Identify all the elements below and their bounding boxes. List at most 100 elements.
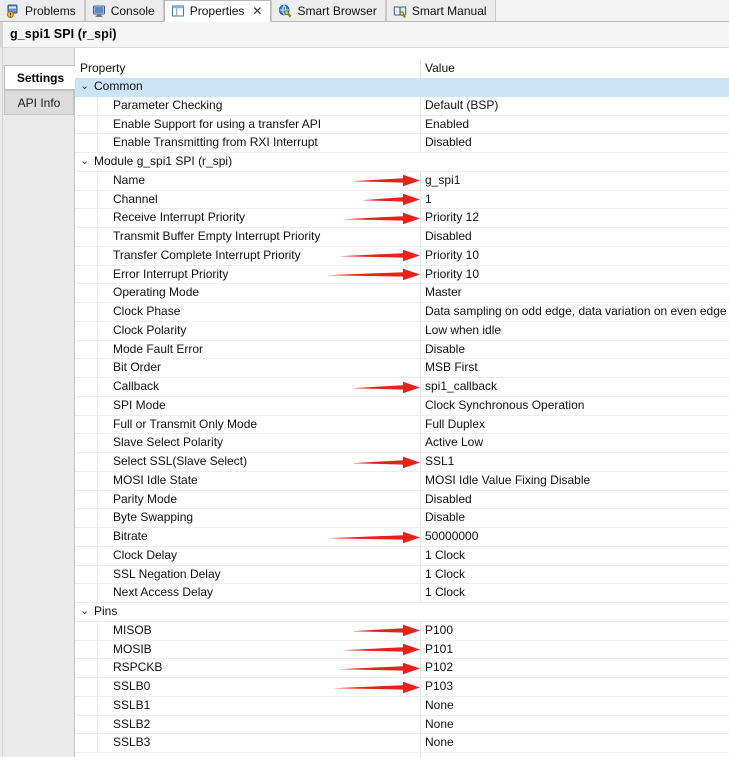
- table-row[interactable]: MOSI Idle State MOSI Idle Value Fixing Di…: [75, 471, 729, 491]
- property-value-cell[interactable]: Master: [425, 284, 462, 302]
- table-row[interactable]: Select SSL(Slave Select) SSL1: [75, 453, 729, 472]
- property-name-cell[interactable]: MISOB: [113, 622, 152, 640]
- property-name-cell[interactable]: Error Interrupt Priority: [113, 266, 228, 284]
- property-name-cell[interactable]: Parameter Checking: [113, 97, 222, 115]
- property-name-cell[interactable]: RSPCKB: [113, 659, 162, 677]
- side-tab-api-info[interactable]: API Info: [4, 90, 74, 115]
- property-value-cell[interactable]: g_spi1: [425, 172, 460, 190]
- table-row[interactable]: SSLB2 None: [75, 715, 729, 735]
- property-name-cell[interactable]: Slave Select Polarity: [113, 434, 223, 452]
- table-row[interactable]: Channel 1: [75, 190, 729, 210]
- property-name-cell[interactable]: MOSIB: [113, 641, 152, 659]
- table-row[interactable]: Callback spi1_callback: [75, 378, 729, 397]
- property-value-cell[interactable]: spi1_callback: [425, 378, 497, 396]
- property-name-cell[interactable]: Operating Mode: [113, 284, 199, 302]
- column-header-property[interactable]: Property: [80, 59, 125, 78]
- property-value-cell[interactable]: Priority 10: [425, 247, 479, 265]
- property-name-cell[interactable]: Clock Delay: [113, 547, 177, 565]
- property-value-cell[interactable]: 1: [425, 191, 432, 209]
- chevron-down-icon[interactable]: ⌄: [80, 602, 91, 620]
- property-value-cell[interactable]: 1 Clock: [425, 584, 465, 602]
- property-value-cell[interactable]: Disabled: [425, 134, 472, 152]
- property-name-cell[interactable]: Transmit Buffer Empty Interrupt Priority: [113, 228, 320, 246]
- property-name-cell[interactable]: SPI Mode: [113, 397, 166, 415]
- property-value-cell[interactable]: MOSI Idle Value Fixing Disable: [425, 472, 590, 490]
- table-row[interactable]: Clock Polarity Low when idle: [75, 321, 729, 341]
- property-name-cell[interactable]: ⌄ Common: [80, 78, 143, 96]
- table-row[interactable]: MOSIB P101: [75, 640, 729, 660]
- property-value-cell[interactable]: 1 Clock: [425, 566, 465, 584]
- property-name-cell[interactable]: Clock Polarity: [113, 322, 186, 340]
- table-row[interactable]: SSLB1 None: [75, 696, 729, 716]
- table-row[interactable]: ⌄ Pins: [75, 603, 729, 622]
- chevron-down-icon[interactable]: ⌄: [80, 152, 91, 170]
- property-name-cell[interactable]: Enable Transmitting from RXI Interrupt: [113, 134, 318, 152]
- property-name-cell[interactable]: SSLB0: [113, 678, 150, 696]
- property-name-cell[interactable]: Next Access Delay: [113, 584, 213, 602]
- property-value-cell[interactable]: Active Low: [425, 434, 483, 452]
- property-value-cell[interactable]: None: [425, 697, 454, 715]
- property-name-cell[interactable]: Mode Fault Error: [113, 341, 203, 359]
- property-value-cell[interactable]: 50000000: [425, 528, 478, 546]
- table-row[interactable]: Parity Mode Disabled: [75, 490, 729, 510]
- tab-smart-manual[interactable]: Smart Manual: [385, 0, 496, 21]
- property-value-cell[interactable]: None: [425, 716, 454, 734]
- table-row[interactable]: Slave Select Polarity Active Low: [75, 434, 729, 453]
- tab-console[interactable]: Console: [84, 0, 164, 21]
- table-row[interactable]: Transfer Complete Interrupt Priority Prio…: [75, 246, 729, 266]
- table-row[interactable]: Bitrate 50000000: [75, 528, 729, 547]
- table-row[interactable]: Name g_spi1: [75, 171, 729, 191]
- column-header-value[interactable]: Value: [425, 59, 455, 78]
- close-icon[interactable]: ✕: [252, 5, 262, 17]
- table-row[interactable]: Clock Delay 1 Clock: [75, 546, 729, 566]
- table-row[interactable]: Operating Mode Master: [75, 284, 729, 303]
- table-row[interactable]: ⌄ Common: [75, 78, 729, 97]
- tab-smart-browser[interactable]: Smart Browser: [271, 0, 386, 21]
- property-name-cell[interactable]: Callback: [113, 378, 159, 396]
- table-row[interactable]: ⌄ Module g_spi1 SPI (r_spi): [75, 153, 729, 172]
- side-tab-settings[interactable]: Settings: [4, 65, 76, 90]
- property-value-cell[interactable]: Disabled: [425, 491, 472, 509]
- property-value-cell[interactable]: Disabled: [425, 228, 472, 246]
- property-name-cell[interactable]: Byte Swapping: [113, 509, 193, 527]
- table-row[interactable]: Bit Order MSB First: [75, 359, 729, 378]
- table-row[interactable]: Transmit Buffer Empty Interrupt Priority…: [75, 228, 729, 247]
- property-name-cell[interactable]: ⌄ Pins: [80, 603, 117, 621]
- table-row[interactable]: Byte Swapping Disable: [75, 509, 729, 528]
- property-name-cell[interactable]: ⌄ Module g_spi1 SPI (r_spi): [80, 153, 232, 171]
- property-value-cell[interactable]: Enabled: [425, 116, 469, 134]
- property-value-cell[interactable]: Full Duplex: [425, 416, 485, 434]
- table-row[interactable]: Clock Phase Data sampling on odd edge, da…: [75, 303, 729, 322]
- table-row[interactable]: Enable Transmitting from RXI Interrupt Di…: [75, 134, 729, 153]
- property-value-cell[interactable]: P100: [425, 622, 453, 640]
- table-row[interactable]: MISOB P100: [75, 621, 729, 641]
- property-name-cell[interactable]: Bitrate: [113, 528, 148, 546]
- table-row[interactable]: Parameter Checking Default (BSP): [75, 96, 729, 116]
- property-name-cell[interactable]: SSLB3: [113, 734, 150, 752]
- table-row[interactable]: Error Interrupt Priority Priority 10: [75, 265, 729, 285]
- property-value-cell[interactable]: P101: [425, 641, 453, 659]
- table-row[interactable]: Full or Transmit Only Mode Full Duplex: [75, 415, 729, 435]
- table-row[interactable]: Enable Support for using a transfer API E…: [75, 115, 729, 135]
- property-value-cell[interactable]: Priority 12: [425, 209, 479, 227]
- property-name-cell[interactable]: MOSI Idle State: [113, 472, 198, 490]
- property-name-cell[interactable]: SSL Negation Delay: [113, 566, 221, 584]
- chevron-down-icon[interactable]: ⌄: [80, 77, 91, 95]
- property-value-cell[interactable]: SSL1: [425, 453, 454, 471]
- property-name-cell[interactable]: Bit Order: [113, 359, 161, 377]
- table-row[interactable]: RSPCKB P102: [75, 659, 729, 678]
- table-row[interactable]: Mode Fault Error Disable: [75, 340, 729, 360]
- property-value-cell[interactable]: Disable: [425, 509, 465, 527]
- table-row[interactable]: SSL Negation Delay 1 Clock: [75, 565, 729, 585]
- property-value-cell[interactable]: Disable: [425, 341, 465, 359]
- property-name-cell[interactable]: SSLB1: [113, 697, 150, 715]
- property-name-cell[interactable]: Enable Support for using a transfer API: [113, 116, 321, 134]
- property-value-cell[interactable]: 1 Clock: [425, 547, 465, 565]
- property-value-cell[interactable]: Low when idle: [425, 322, 501, 340]
- property-value-cell[interactable]: P103: [425, 678, 453, 696]
- property-name-cell[interactable]: Receive Interrupt Priority: [113, 209, 245, 227]
- table-row[interactable]: Next Access Delay 1 Clock: [75, 584, 729, 603]
- property-value-cell[interactable]: Clock Synchronous Operation: [425, 397, 584, 415]
- property-value-cell[interactable]: None: [425, 734, 454, 752]
- tab-properties[interactable]: Properties ✕: [163, 0, 272, 22]
